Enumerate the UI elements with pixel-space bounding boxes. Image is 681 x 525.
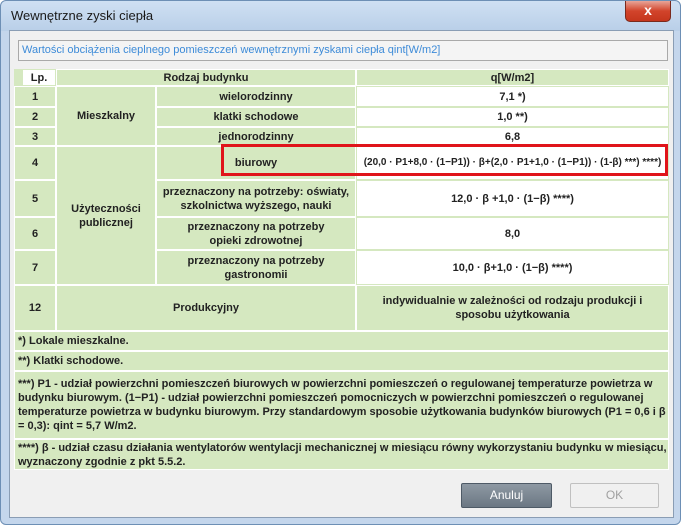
subtype-cell: wielorodzinny bbox=[156, 86, 356, 107]
lp-cell: 1 bbox=[14, 86, 56, 107]
cancel-button[interactable]: Anuluj bbox=[461, 483, 552, 508]
header-building-type: Rodzaj budynku bbox=[56, 69, 356, 86]
dialog-content: Wartości obciążenia cieplnego pomieszcze… bbox=[9, 30, 674, 518]
lp-cell: 5 bbox=[14, 180, 56, 217]
dialog-window: Wewnętrzne zyski ciepła x Wartości obcią… bbox=[0, 0, 681, 525]
window-title: Wewnętrzne zyski ciepła bbox=[11, 8, 154, 23]
lp-cell: 3 bbox=[14, 127, 56, 146]
header-q: q[W/m2] bbox=[356, 69, 669, 86]
highlight-box bbox=[221, 144, 668, 176]
group-public: Użyteczności publicznej bbox=[56, 146, 156, 285]
q-cell: 8,0 bbox=[356, 217, 669, 250]
subtype-cell: przeznaczony na potrzeby: oświaty, szkol… bbox=[156, 180, 356, 217]
subtype-cell: klatki schodowe bbox=[156, 107, 356, 127]
note-3: ***) P1 - udział powierzchni pomieszczeń… bbox=[14, 371, 669, 439]
q-cell: 12,0 · β +1,0 · (1−β) ****) bbox=[356, 180, 669, 217]
subtype-cell: Produkcyjny bbox=[56, 285, 356, 331]
lp-cell: 4 bbox=[14, 146, 56, 180]
lp-cell: 6 bbox=[14, 217, 56, 250]
table-caption: Wartości obciążenia cieplnego pomieszcze… bbox=[18, 40, 668, 61]
q-cell: 7,1 *) bbox=[356, 86, 669, 107]
q-cell: indywidualnie w zależności od rodzaju pr… bbox=[356, 285, 669, 331]
subtype-cell: przeznaczony na potrzeby opieki zdrowotn… bbox=[156, 217, 356, 250]
lp-cell: 7 bbox=[14, 250, 56, 285]
lp-cell: 2 bbox=[14, 107, 56, 127]
note-1: *) Lokale mieszkalne. bbox=[14, 331, 669, 351]
close-icon: x bbox=[644, 2, 652, 18]
subtype-cell: przeznaczony na potrzeby gastronomii bbox=[156, 250, 356, 285]
ok-button[interactable]: OK bbox=[570, 483, 659, 508]
close-button[interactable]: x bbox=[625, 1, 671, 22]
heat-gains-table: Lp. Rodzaj budynku q[W/m2] 1 2 3 4 5 6 7… bbox=[14, 69, 669, 470]
lp-cell: 12 bbox=[14, 285, 56, 331]
note-4: ****) β - udział czasu działania wentyla… bbox=[14, 439, 669, 470]
title-bar[interactable]: Wewnętrzne zyski ciepła x bbox=[1, 1, 680, 29]
group-residential: Mieszkalny bbox=[56, 86, 156, 146]
header-lp: Lp. bbox=[22, 69, 56, 86]
note-2: **) Klatki schodowe. bbox=[14, 351, 669, 371]
q-cell: 10,0 · β+1,0 · (1−β) ****) bbox=[356, 250, 669, 285]
q-cell: 1,0 **) bbox=[356, 107, 669, 127]
